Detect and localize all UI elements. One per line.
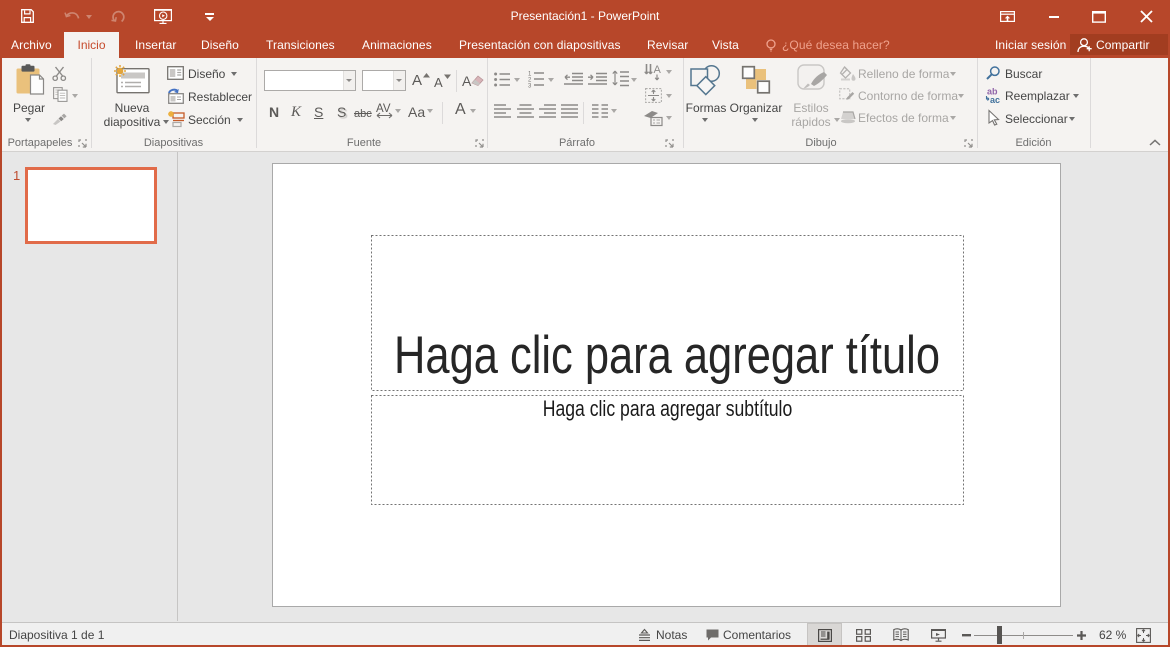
svg-text:A: A [654, 64, 662, 76]
svg-text:3: 3 [528, 84, 532, 90]
svg-text:ac: ac [990, 95, 1000, 105]
